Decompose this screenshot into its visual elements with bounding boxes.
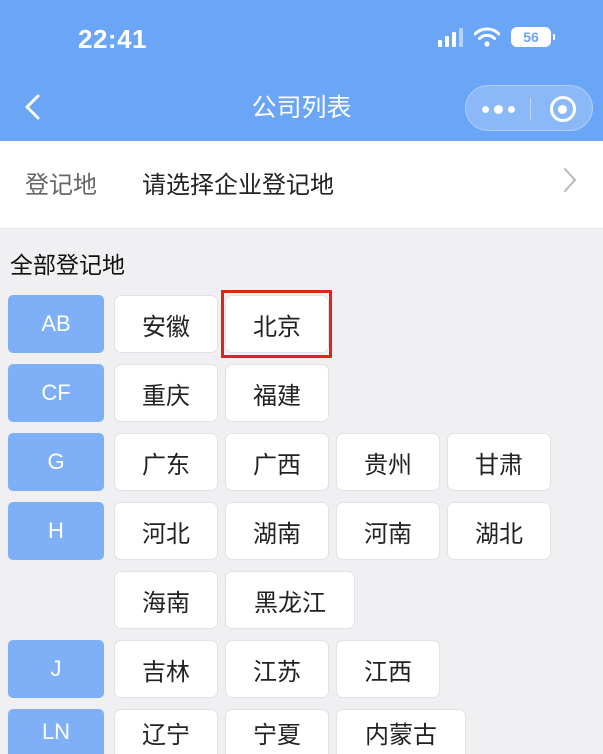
more-button[interactable]	[466, 86, 530, 132]
region-chip[interactable]: 河南	[336, 502, 440, 560]
filter-label: 登记地	[25, 171, 97, 199]
filter-placeholder: 请选择企业登记地	[142, 171, 334, 199]
section-title: 全部登记地	[10, 253, 125, 279]
region-chip[interactable]: 内蒙古	[336, 709, 466, 754]
region-chip[interactable]: 湖南	[225, 502, 329, 560]
mini-program-capsule	[465, 85, 593, 131]
more-dot-icon	[507, 105, 515, 113]
region-chip[interactable]: 辽宁	[114, 709, 218, 754]
region-chip[interactable]: 宁夏	[225, 709, 329, 754]
region-chip[interactable]: 湖北	[447, 502, 551, 560]
more-dot-icon	[493, 104, 503, 114]
region-chip[interactable]: 江西	[336, 640, 440, 698]
region-chip[interactable]: 江苏	[225, 640, 329, 698]
group-letter-ln[interactable]: LN	[8, 709, 104, 754]
region-chip[interactable]: 北京	[225, 295, 329, 353]
region-chip[interactable]: 黑龙江	[225, 571, 355, 629]
region-chip[interactable]: 贵州	[336, 433, 440, 491]
wifi-icon	[474, 27, 500, 47]
chevron-right-icon	[564, 168, 576, 192]
group-letter-j[interactable]: J	[8, 640, 104, 698]
region-chip[interactable]: 河北	[114, 502, 218, 560]
group-letter-cf[interactable]: CF	[8, 364, 104, 422]
region-chip[interactable]: 广东	[114, 433, 218, 491]
region-chip[interactable]: 吉林	[114, 640, 218, 698]
group-letter-h[interactable]: H	[8, 502, 104, 560]
region-chip[interactable]: 福建	[225, 364, 329, 422]
more-dot-icon	[481, 105, 489, 113]
target-icon	[549, 96, 576, 122]
signal-icon	[438, 27, 463, 47]
status-time: 22:41	[78, 24, 147, 54]
group-letter-g[interactable]: G	[8, 433, 104, 491]
battery-icon: 56	[511, 27, 555, 47]
app-header: 22:41 56 公司列表	[0, 0, 603, 141]
close-mini-program-button[interactable]	[531, 86, 594, 132]
region-chip[interactable]: 广西	[225, 433, 329, 491]
region-chip[interactable]: 重庆	[114, 364, 218, 422]
region-chip[interactable]: 安徽	[114, 295, 218, 353]
status-icons: 56	[438, 27, 555, 47]
region-chip[interactable]: 甘肃	[447, 433, 551, 491]
registration-place-selector[interactable]: 登记地 请选择企业登记地	[0, 141, 603, 229]
group-letter-ab[interactable]: AB	[8, 295, 104, 353]
region-chip[interactable]: 海南	[114, 571, 218, 629]
